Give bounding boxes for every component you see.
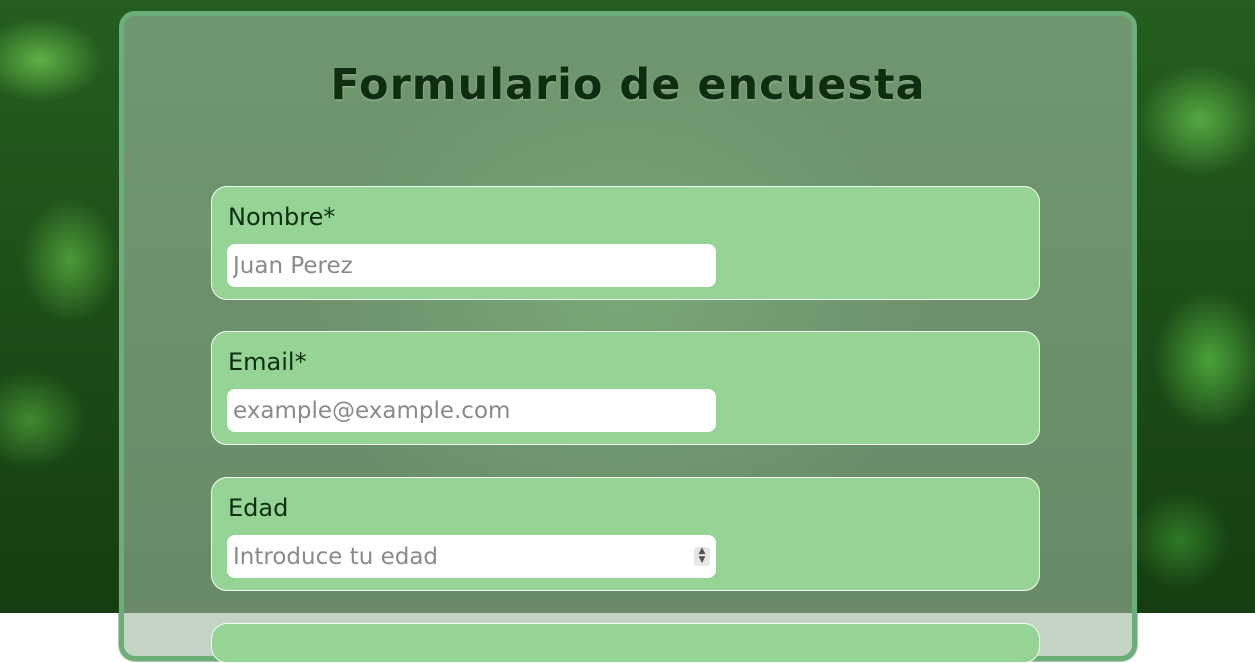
spinner-up-down-icon[interactable]: ▲ ▼ (694, 547, 710, 566)
edad-input[interactable] (227, 535, 716, 578)
survey-form-card: Formulario de encuesta Nombre* Email* Ed… (119, 11, 1137, 663)
form-group-email: Email* (211, 331, 1040, 445)
nombre-label: Nombre* (228, 203, 336, 231)
form-group-next-partial (211, 623, 1040, 663)
edad-label: Edad (228, 494, 289, 522)
nombre-input[interactable] (227, 244, 716, 287)
chevron-down-icon[interactable]: ▼ (694, 556, 710, 565)
form-group-nombre: Nombre* (211, 186, 1040, 300)
email-input[interactable] (227, 389, 716, 432)
edad-field-wrapper: ▲ ▼ (227, 535, 716, 578)
page-title: Formulario de encuesta (330, 60, 926, 110)
form-group-edad: Edad ▲ ▼ (211, 477, 1040, 591)
email-label: Email* (228, 348, 307, 376)
